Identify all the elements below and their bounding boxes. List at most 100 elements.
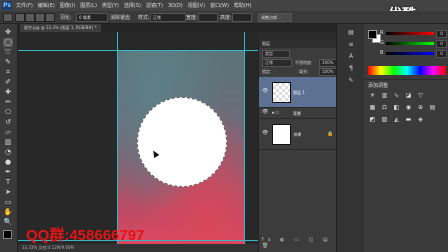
height-input[interactable] bbox=[232, 13, 252, 22]
intersect-selection-button[interactable] bbox=[45, 13, 55, 22]
foreground-color-swatch[interactable] bbox=[3, 230, 12, 239]
b-value[interactable]: 0 bbox=[436, 50, 447, 58]
levels-icon[interactable]: ▥ bbox=[380, 92, 389, 100]
photo-filter-icon[interactable]: ◉ bbox=[404, 104, 413, 112]
properties-icon[interactable]: ≡ bbox=[346, 40, 356, 49]
layer-name[interactable]: 背景 bbox=[293, 111, 301, 117]
invert-icon[interactable]: ◩ bbox=[368, 116, 377, 124]
black-white-icon[interactable]: ◧ bbox=[392, 104, 401, 112]
guide-line-left[interactable] bbox=[117, 32, 118, 244]
brightness-icon[interactable]: ☀ bbox=[368, 92, 377, 100]
brush-preset-icon[interactable]: ✎ bbox=[346, 76, 356, 85]
status-text: 33.33% 文档:4.12M/9.66M bbox=[22, 245, 74, 250]
shape-tool-icon[interactable]: ▭ bbox=[3, 198, 13, 207]
pen-tool-icon[interactable]: ✒ bbox=[3, 168, 13, 177]
history-icon[interactable]: ▤ bbox=[346, 28, 356, 37]
quick-select-tool-icon[interactable]: ✎ bbox=[3, 58, 13, 67]
menu-filter[interactable]: 滤镜(T) bbox=[146, 2, 163, 9]
g-slider[interactable] bbox=[386, 42, 434, 45]
tool-preset-button[interactable] bbox=[3, 13, 13, 22]
feather-input[interactable]: 0 像素 bbox=[76, 13, 108, 22]
blend-row: 正常 不透明度: 100% bbox=[259, 58, 337, 67]
character-icon[interactable]: A bbox=[346, 52, 356, 61]
elliptical-marquee-tool-icon[interactable]: ◯ bbox=[3, 38, 13, 47]
menu-image[interactable]: 图像(I) bbox=[60, 2, 75, 9]
gradient-tool-icon[interactable]: ▥ bbox=[3, 138, 13, 147]
history-brush-tool-icon[interactable]: ↺ bbox=[3, 118, 13, 127]
color-spectrum[interactable] bbox=[368, 66, 446, 75]
blend-mode-select[interactable]: 正常 bbox=[262, 59, 292, 67]
layer-panel-actions[interactable]: fx ◐ ▭ ◫ ▤ 🗑 bbox=[262, 237, 337, 249]
vibrance-icon[interactable]: ▽ bbox=[416, 92, 425, 100]
menu-help[interactable]: 帮助(H) bbox=[234, 2, 252, 9]
channel-mixer-icon[interactable]: ⊕ bbox=[416, 104, 425, 112]
menu-view[interactable]: 视图(V) bbox=[188, 2, 205, 9]
visibility-eye-icon[interactable]: 👁 bbox=[262, 89, 268, 94]
r-slider[interactable] bbox=[386, 32, 434, 35]
color-foreground-swatch[interactable] bbox=[368, 30, 377, 39]
watermark-text: QQ群:458666797 bbox=[26, 227, 145, 244]
menu-type[interactable]: 类型(Y) bbox=[102, 2, 119, 9]
zoom-tool-icon[interactable]: 🔍 bbox=[3, 218, 13, 227]
move-tool-icon[interactable]: ✥ bbox=[3, 28, 13, 37]
g-value[interactable]: 0 bbox=[436, 40, 447, 48]
menu-edit[interactable]: 编辑(E) bbox=[38, 2, 55, 9]
gradient-map-icon[interactable]: ▬ bbox=[404, 116, 413, 124]
width-input[interactable] bbox=[198, 13, 218, 22]
menu-3d[interactable]: 3D(D) bbox=[168, 3, 183, 9]
layer-name[interactable]: 图层 1 bbox=[293, 90, 305, 96]
selective-color-icon[interactable]: ◈ bbox=[416, 116, 425, 124]
menu-file[interactable]: 文件(F) bbox=[16, 2, 33, 9]
hue-saturation-icon[interactable]: ▦ bbox=[368, 104, 377, 112]
antialias-checkbox[interactable]: 消除锯齿 bbox=[110, 14, 130, 21]
photoshop-logo-icon: Ps bbox=[2, 1, 12, 10]
crop-tool-icon[interactable]: ⌗ bbox=[3, 68, 13, 77]
visibility-eye-icon[interactable]: 👁 bbox=[262, 131, 268, 136]
refine-edge-button[interactable]: 调整边缘... bbox=[258, 13, 292, 22]
menu-layer[interactable]: 图层(L) bbox=[80, 2, 97, 9]
posterize-icon[interactable]: ▨ bbox=[380, 116, 389, 124]
circular-selection[interactable] bbox=[137, 97, 227, 187]
color-lookup-icon[interactable]: ▤ bbox=[428, 104, 437, 112]
layer-name[interactable]: 背景 bbox=[293, 132, 301, 138]
fill-label: 填充: bbox=[299, 69, 309, 74]
menu-bar: Ps 文件(F) 编辑(E) 图像(I) 图层(L) 类型(Y) 选择(S) 滤… bbox=[0, 0, 448, 11]
b-slider[interactable] bbox=[386, 52, 434, 55]
subtract-selection-button[interactable] bbox=[35, 13, 45, 22]
exposure-icon[interactable]: ◪ bbox=[404, 92, 413, 100]
lock-label: 锁定: bbox=[262, 69, 272, 74]
layer-row-background[interactable]: 👁 背景 🔒 bbox=[259, 119, 337, 150]
lasso-tool-icon[interactable]: ➰ bbox=[3, 48, 13, 57]
threshold-icon[interactable]: ◭ bbox=[392, 116, 401, 124]
fill-input[interactable]: 100% bbox=[319, 68, 337, 76]
menu-select[interactable]: 选择(S) bbox=[124, 2, 141, 9]
eyedropper-tool-icon[interactable]: ✐ bbox=[3, 78, 13, 87]
dodge-tool-icon[interactable]: ● bbox=[3, 158, 13, 167]
clone-stamp-tool-icon[interactable]: ⎔ bbox=[3, 108, 13, 117]
layer-kind-select[interactable]: 类型 bbox=[262, 50, 290, 58]
add-selection-button[interactable] bbox=[25, 13, 35, 22]
guide-line-right[interactable] bbox=[244, 32, 245, 244]
color-balance-icon[interactable]: ⚖ bbox=[380, 104, 389, 112]
document-tab[interactable]: 星空.jpg @ 33.3% (图层 1, RGB/8#) * bbox=[20, 24, 101, 32]
blur-tool-icon[interactable]: ◔ bbox=[3, 148, 13, 157]
path-selection-tool-icon[interactable]: ➤ bbox=[3, 188, 13, 197]
r-value[interactable]: 0 bbox=[436, 30, 447, 38]
width-label: 宽度: bbox=[186, 15, 198, 21]
curves-icon[interactable]: ∿ bbox=[392, 92, 401, 100]
eraser-tool-icon[interactable]: ▱ bbox=[3, 128, 13, 137]
menu-window[interactable]: 窗口(W) bbox=[210, 2, 229, 9]
opacity-input[interactable]: 100% bbox=[319, 59, 337, 67]
layer-group-row[interactable]: 👁 ▸▭ 背景 bbox=[259, 108, 337, 119]
new-selection-button[interactable] bbox=[15, 13, 25, 22]
visibility-eye-icon[interactable]: 👁 bbox=[262, 110, 268, 115]
layer-row-1[interactable]: 👁 图层 1 bbox=[259, 77, 337, 108]
type-tool-icon[interactable]: T bbox=[3, 178, 13, 187]
style-select[interactable]: 正常 bbox=[150, 13, 186, 22]
healing-brush-tool-icon[interactable]: ✚ bbox=[3, 88, 13, 97]
hand-tool-icon[interactable]: ✋ bbox=[3, 208, 13, 217]
paragraph-icon[interactable]: ¶ bbox=[346, 64, 356, 73]
guide-line-top[interactable] bbox=[18, 50, 258, 51]
brush-tool-icon[interactable]: ✏ bbox=[3, 98, 13, 107]
layers-panel-title[interactable]: 图层 bbox=[262, 41, 270, 47]
